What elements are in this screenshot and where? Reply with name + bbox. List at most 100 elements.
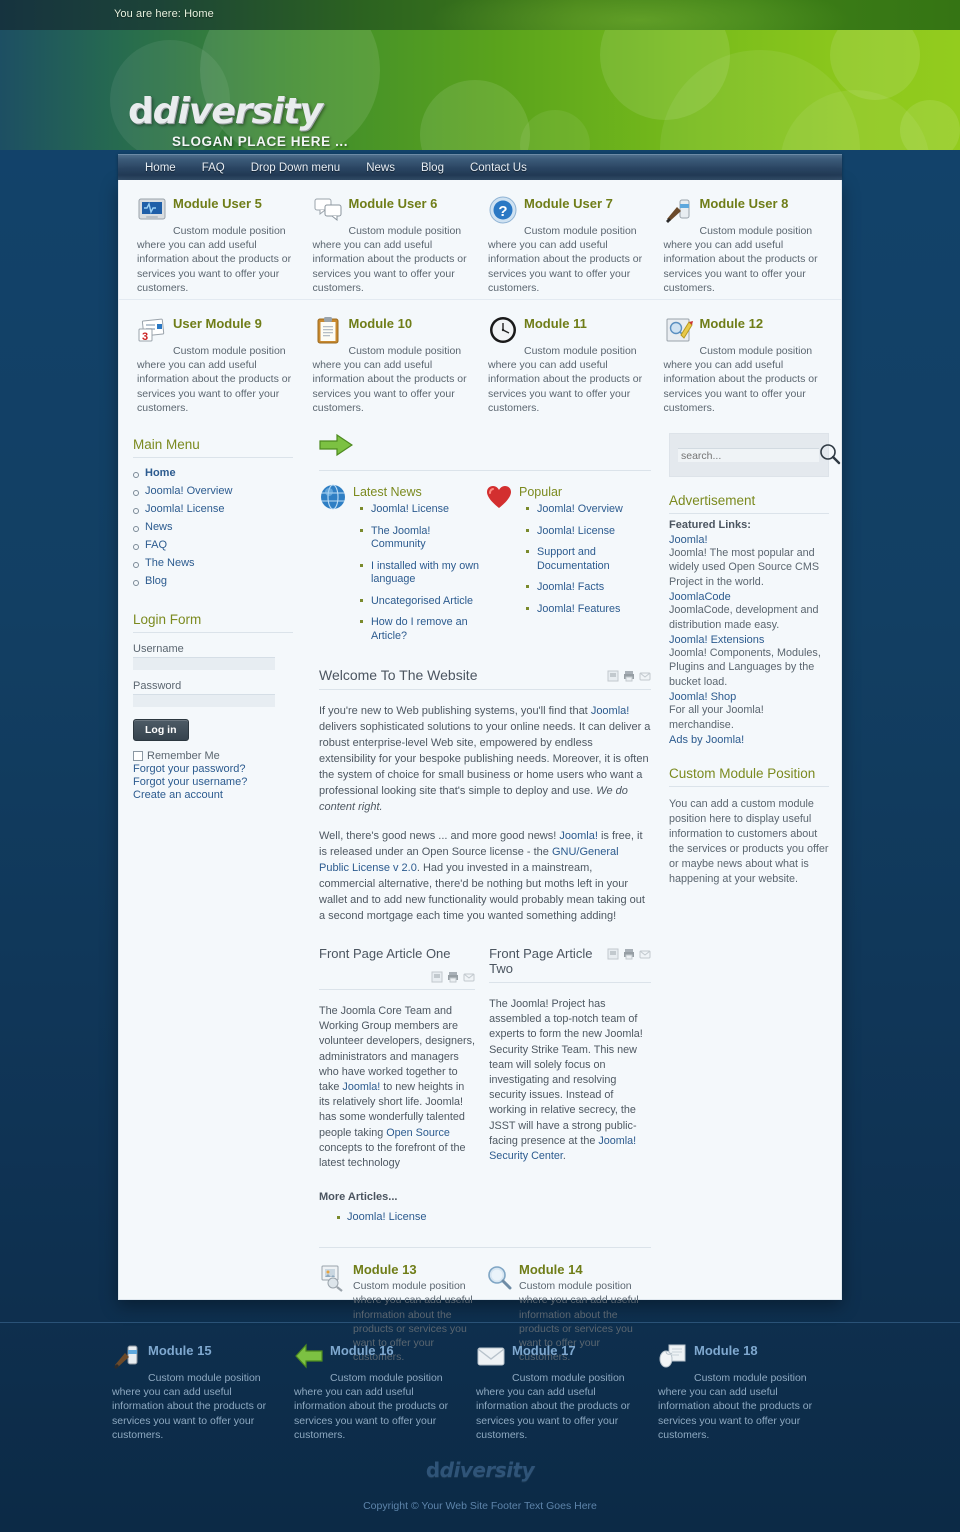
module-title: Module 12 [699, 316, 764, 332]
list-item[interactable]: Uncategorised Article [360, 595, 485, 617]
list-item[interactable]: The Joomla! Community [360, 525, 485, 560]
pdf-icon[interactable] [607, 669, 619, 682]
pdf-icon[interactable] [607, 948, 619, 960]
news-link[interactable]: Joomla! License [371, 503, 449, 515]
joomla-link[interactable]: Joomla! [591, 705, 630, 717]
create-account-link[interactable]: Create an account [133, 789, 293, 801]
list-item[interactable]: Joomla! License [337, 1211, 651, 1223]
popular-link[interactable]: Joomla! License [537, 525, 615, 537]
ad-desc-extensions: Joomla! Components, Modules, Plugins and… [669, 647, 821, 688]
email-icon[interactable] [463, 971, 475, 983]
remember-me-row[interactable]: Remember Me [133, 750, 293, 762]
list-item[interactable]: Joomla! License [526, 525, 651, 547]
nav-link[interactable]: Home [145, 162, 176, 174]
module-11: Module 11 Custom module position where yo… [480, 314, 656, 415]
ad-link-extensions[interactable]: Joomla! Extensions [669, 634, 829, 646]
popular-link[interactable]: Joomla! Facts [537, 581, 604, 593]
email-icon[interactable] [639, 948, 651, 960]
joomla-link[interactable]: Joomla! [342, 1081, 380, 1093]
nav-item-news[interactable]: News [353, 162, 408, 174]
news-link[interactable]: The Joomla! Community [371, 525, 430, 551]
popular-link[interactable]: Joomla! Features [537, 603, 620, 615]
module-title: Module User 8 [699, 196, 789, 211]
username-input[interactable] [133, 657, 275, 671]
ad-link-shop[interactable]: Joomla! Shop [669, 691, 829, 703]
list-item[interactable]: Joomla! Facts [526, 581, 651, 603]
decorative-bubble [420, 80, 530, 150]
menu-link[interactable]: News [145, 521, 173, 533]
article-one-text: The Joomla Core Team and Working Group m… [319, 1004, 475, 1171]
menu-link[interactable]: FAQ [145, 539, 167, 551]
article-tools[interactable] [607, 667, 651, 682]
menu-link[interactable]: Joomla! Overview [145, 485, 232, 497]
article-one-tools[interactable] [319, 961, 475, 983]
menu-link[interactable]: Joomla! License [145, 503, 225, 515]
sidebar-item-joomla-overview[interactable]: Joomla! Overview [133, 482, 293, 500]
login-button[interactable]: Log in [133, 719, 189, 742]
popular-link[interactable]: Support and Documentation [537, 546, 610, 572]
news-link[interactable]: I installed with my own language [371, 560, 479, 586]
article-two-tools[interactable] [607, 946, 651, 960]
news-link[interactable]: How do I remove an Article? [371, 616, 468, 642]
module-18: Module 18 Custom module position where yo… [658, 1341, 840, 1452]
nav-item-contact[interactable]: Contact Us [457, 162, 540, 174]
ad-link-joomla[interactable]: Joomla! [669, 534, 829, 546]
nav-item-faq[interactable]: FAQ [189, 162, 238, 174]
menu-link[interactable]: Blog [145, 575, 167, 587]
nav-link[interactable]: FAQ [202, 162, 225, 174]
nav-link[interactable]: News [366, 162, 395, 174]
print-icon[interactable] [623, 948, 635, 960]
main-menu-title: Main Menu [133, 437, 293, 459]
nav-link[interactable]: Drop Down menu [251, 162, 340, 174]
module-text: Custom module position where you can add … [488, 344, 648, 415]
menu-link[interactable]: The News [145, 557, 195, 569]
remember-me-checkbox[interactable] [133, 751, 143, 762]
question-mark-icon: ? [488, 195, 518, 225]
search-input[interactable] [678, 448, 819, 463]
list-item[interactable]: Support and Documentation [526, 546, 651, 581]
sidebar-item-home[interactable]: Home [133, 464, 293, 482]
list-item[interactable]: Joomla! License [360, 503, 485, 525]
text-segment: Well, there's good news ... and more goo… [319, 830, 560, 843]
list-item[interactable]: I installed with my own language [360, 560, 485, 595]
search-module[interactable] [669, 433, 841, 478]
sidebar-item-the-news[interactable]: The News [133, 554, 293, 572]
module-text-first: Custom module position [173, 225, 286, 237]
email-icon[interactable] [639, 669, 651, 681]
list-item[interactable]: Joomla! Features [526, 603, 651, 625]
text-segment: concepts to the forefront of the latest … [319, 1141, 466, 1170]
popular-module: Popular Joomla! Overview Joomla! License… [485, 483, 651, 651]
ad-link-joomlacode[interactable]: JoomlaCode [669, 591, 829, 603]
list-item[interactable]: Joomla! Overview [526, 503, 651, 525]
ads-by-joomla-link[interactable]: Ads by Joomla! [669, 734, 829, 746]
password-input[interactable] [133, 694, 275, 708]
list-item[interactable]: How do I remove an Article? [360, 616, 485, 651]
print-icon[interactable] [447, 971, 459, 983]
module-text-rest: where you can add useful information abo… [294, 1386, 449, 1441]
username-label: Username [133, 643, 184, 656]
decorative-bubble [520, 110, 590, 150]
search-icon[interactable] [819, 443, 841, 468]
forgot-password-link[interactable]: Forgot your password? [133, 763, 293, 775]
menu-link[interactable]: Home [145, 467, 176, 479]
site-logo[interactable]: ddiversity SLOGAN PLACE HERE ... [128, 91, 348, 150]
open-source-link[interactable]: Open Source [386, 1127, 450, 1139]
nav-item-dropdown[interactable]: Drop Down menu [238, 162, 353, 174]
sidebar-item-joomla-license[interactable]: Joomla! License [133, 500, 293, 518]
nav-item-home[interactable]: Home [132, 162, 189, 174]
more-article-link[interactable]: Joomla! License [347, 1211, 427, 1223]
main-navigation[interactable]: Home FAQ Drop Down menu News Blog Contac… [118, 154, 842, 180]
nav-item-blog[interactable]: Blog [408, 162, 457, 174]
nav-link[interactable]: Contact Us [470, 162, 527, 174]
print-icon[interactable] [623, 669, 635, 682]
forgot-username-link[interactable]: Forgot your username? [133, 776, 293, 788]
popular-link[interactable]: Joomla! Overview [537, 503, 623, 515]
sidebar-item-faq[interactable]: FAQ [133, 536, 293, 554]
logo-prefix: d [128, 91, 154, 132]
sidebar-item-news[interactable]: News [133, 518, 293, 536]
news-link[interactable]: Uncategorised Article [371, 595, 473, 607]
sidebar-item-blog[interactable]: Blog [133, 572, 293, 590]
nav-link[interactable]: Blog [421, 162, 444, 174]
pdf-icon[interactable] [431, 971, 443, 983]
joomla-link[interactable]: Joomla! [559, 830, 598, 842]
